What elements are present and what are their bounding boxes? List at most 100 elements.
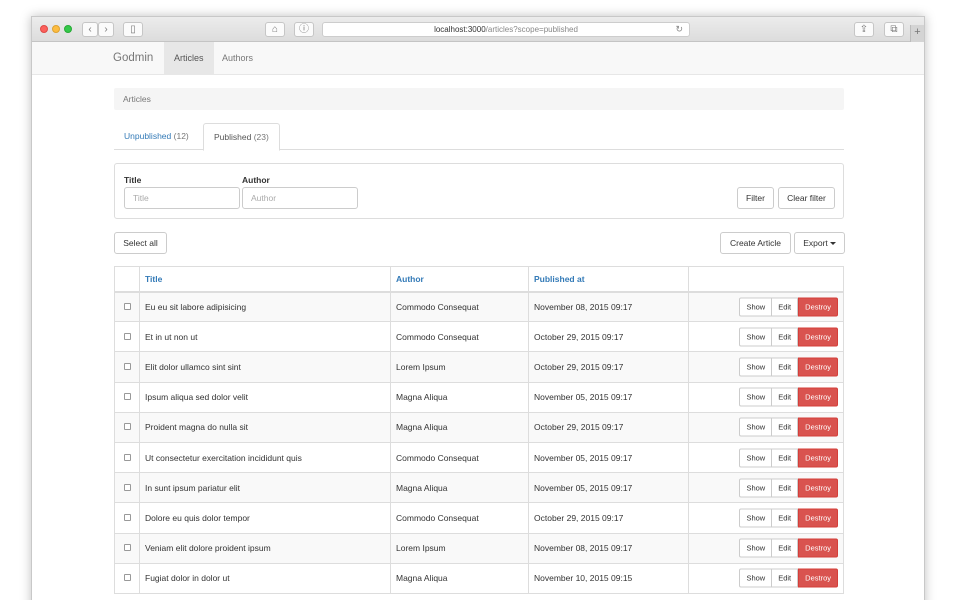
tab-count: (12) xyxy=(173,131,189,141)
back-icon[interactable]: ‹ xyxy=(82,22,98,37)
row-checkbox[interactable] xyxy=(124,423,131,431)
actions-cell: Show Edit Destroy xyxy=(688,441,844,474)
row-select-cell xyxy=(114,502,140,534)
title-filter-input[interactable] xyxy=(124,187,240,209)
clear-filter-button[interactable]: Clear filter xyxy=(778,187,835,209)
row-checkbox[interactable] xyxy=(124,393,131,401)
show-button[interactable]: Show xyxy=(739,297,773,317)
browser-window: ‹ › ▯ ⌂ ⓘ localhost:3000/articles?scope=… xyxy=(31,16,925,600)
destroy-button[interactable]: Destroy xyxy=(798,478,838,498)
export-dropdown[interactable]: Export xyxy=(794,232,845,254)
destroy-button[interactable]: Destroy xyxy=(798,417,838,437)
url-path: /articles?scope=published xyxy=(485,25,578,34)
actions-cell: Show Edit Destroy xyxy=(688,381,844,413)
edit-button[interactable]: Edit xyxy=(772,327,799,347)
destroy-button[interactable]: Destroy xyxy=(798,538,838,558)
row-select-cell xyxy=(114,351,140,383)
row-checkbox[interactable] xyxy=(124,483,131,491)
row-select-cell xyxy=(114,290,140,323)
destroy-button[interactable]: Destroy xyxy=(798,297,838,317)
tabs-icon[interactable]: ⧉ xyxy=(884,22,904,37)
brand-logo[interactable]: Godmin xyxy=(113,52,153,64)
show-button[interactable]: Show xyxy=(739,448,773,468)
nav-authors[interactable]: Authors xyxy=(212,42,263,74)
table-row: In sunt ipsum pariatur elit Magna Aliqua N… xyxy=(114,472,844,504)
actions-cell: Show Edit Destroy xyxy=(688,532,844,564)
row-checkbox[interactable] xyxy=(124,302,131,310)
reload-icon[interactable]: ↻ xyxy=(675,23,683,36)
show-button[interactable]: Show xyxy=(739,327,773,347)
info-icon[interactable]: ⓘ xyxy=(294,22,314,37)
column-header-title[interactable]: Title xyxy=(139,266,391,293)
sidebar-icon[interactable]: ▯ xyxy=(123,22,143,37)
address-bar[interactable]: localhost:3000/articles?scope=published … xyxy=(322,22,690,37)
tab-label: Unpublished xyxy=(124,131,172,141)
author-cell: Commodo Consequat xyxy=(390,321,529,353)
close-window-button[interactable] xyxy=(40,25,48,33)
edit-button[interactable]: Edit xyxy=(772,508,799,528)
edit-button[interactable]: Edit xyxy=(772,538,799,558)
edit-button[interactable]: Edit xyxy=(772,387,799,407)
column-header-published[interactable]: Published at xyxy=(528,266,689,293)
destroy-button[interactable]: Destroy xyxy=(798,387,838,407)
author-filter-input[interactable] xyxy=(242,187,358,209)
table-row: Ut consectetur exercitation incididunt q… xyxy=(114,441,844,474)
title-cell: Proident magna do nulla sit xyxy=(139,411,391,443)
actions-cell: Show Edit Destroy xyxy=(688,321,844,353)
export-label: Export xyxy=(803,238,828,248)
author-cell: Magna Aliqua xyxy=(390,562,529,594)
show-button[interactable]: Show xyxy=(739,357,773,377)
actions-column-header xyxy=(688,266,844,293)
filter-panel: Title Author Filter Clear filter xyxy=(114,163,844,219)
create-article-button[interactable]: Create Article xyxy=(720,232,791,254)
title-filter-label: Title xyxy=(124,175,142,185)
show-button[interactable]: Show xyxy=(739,508,773,528)
minimize-window-button[interactable] xyxy=(52,25,60,33)
table-row: Ipsum aliqua sed dolor velit Magna Aliqua… xyxy=(114,381,844,413)
destroy-button[interactable]: Destroy xyxy=(798,448,838,468)
row-select-cell xyxy=(114,441,140,474)
row-checkbox[interactable] xyxy=(124,574,131,582)
row-checkbox[interactable] xyxy=(124,362,131,370)
destroy-button[interactable]: Destroy xyxy=(798,568,838,588)
destroy-button[interactable]: Destroy xyxy=(798,508,838,528)
new-tab-icon[interactable]: + xyxy=(910,25,924,42)
url-host: localhost:3000 xyxy=(434,25,486,34)
edit-button[interactable]: Edit xyxy=(772,568,799,588)
row-checkbox[interactable] xyxy=(124,453,131,461)
actions-cell: Show Edit Destroy xyxy=(688,290,844,323)
nav-articles[interactable]: Articles xyxy=(164,42,214,74)
published-cell: October 29, 2015 09:17 xyxy=(528,351,689,383)
forward-icon[interactable]: › xyxy=(98,22,114,37)
destroy-button[interactable]: Destroy xyxy=(798,327,838,347)
checkbox-column-header xyxy=(114,266,140,293)
tab-published[interactable]: Published (23) xyxy=(203,123,280,151)
share-icon[interactable]: ⇪ xyxy=(854,22,874,37)
published-cell: October 29, 2015 09:17 xyxy=(528,321,689,353)
published-cell: November 08, 2015 09:17 xyxy=(528,290,689,323)
title-cell: Fugiat dolor in dolor ut xyxy=(139,562,391,594)
row-checkbox[interactable] xyxy=(124,544,131,552)
table-row: Elit dolor ullamco sint sint Lorem Ipsum O… xyxy=(114,351,844,383)
row-checkbox[interactable] xyxy=(124,332,131,340)
table-row: Eu eu sit labore adipisicing Commodo Cons… xyxy=(114,290,844,323)
edit-button[interactable]: Edit xyxy=(772,448,799,468)
show-button[interactable]: Show xyxy=(739,538,773,558)
column-header-author[interactable]: Author xyxy=(390,266,529,293)
show-button[interactable]: Show xyxy=(739,417,773,437)
row-checkbox[interactable] xyxy=(124,513,131,521)
home-icon[interactable]: ⌂ xyxy=(265,22,285,37)
app-navbar: Godmin Articles Authors xyxy=(32,42,924,75)
tab-unpublished[interactable]: Unpublished (12) xyxy=(114,123,199,150)
destroy-button[interactable]: Destroy xyxy=(798,357,838,377)
maximize-window-button[interactable] xyxy=(64,25,72,33)
select-all-button[interactable]: Select all xyxy=(114,232,167,254)
show-button[interactable]: Show xyxy=(739,568,773,588)
edit-button[interactable]: Edit xyxy=(772,478,799,498)
filter-button[interactable]: Filter xyxy=(737,187,774,209)
show-button[interactable]: Show xyxy=(739,478,773,498)
edit-button[interactable]: Edit xyxy=(772,417,799,437)
show-button[interactable]: Show xyxy=(739,387,773,407)
edit-button[interactable]: Edit xyxy=(772,297,799,317)
edit-button[interactable]: Edit xyxy=(772,357,799,377)
